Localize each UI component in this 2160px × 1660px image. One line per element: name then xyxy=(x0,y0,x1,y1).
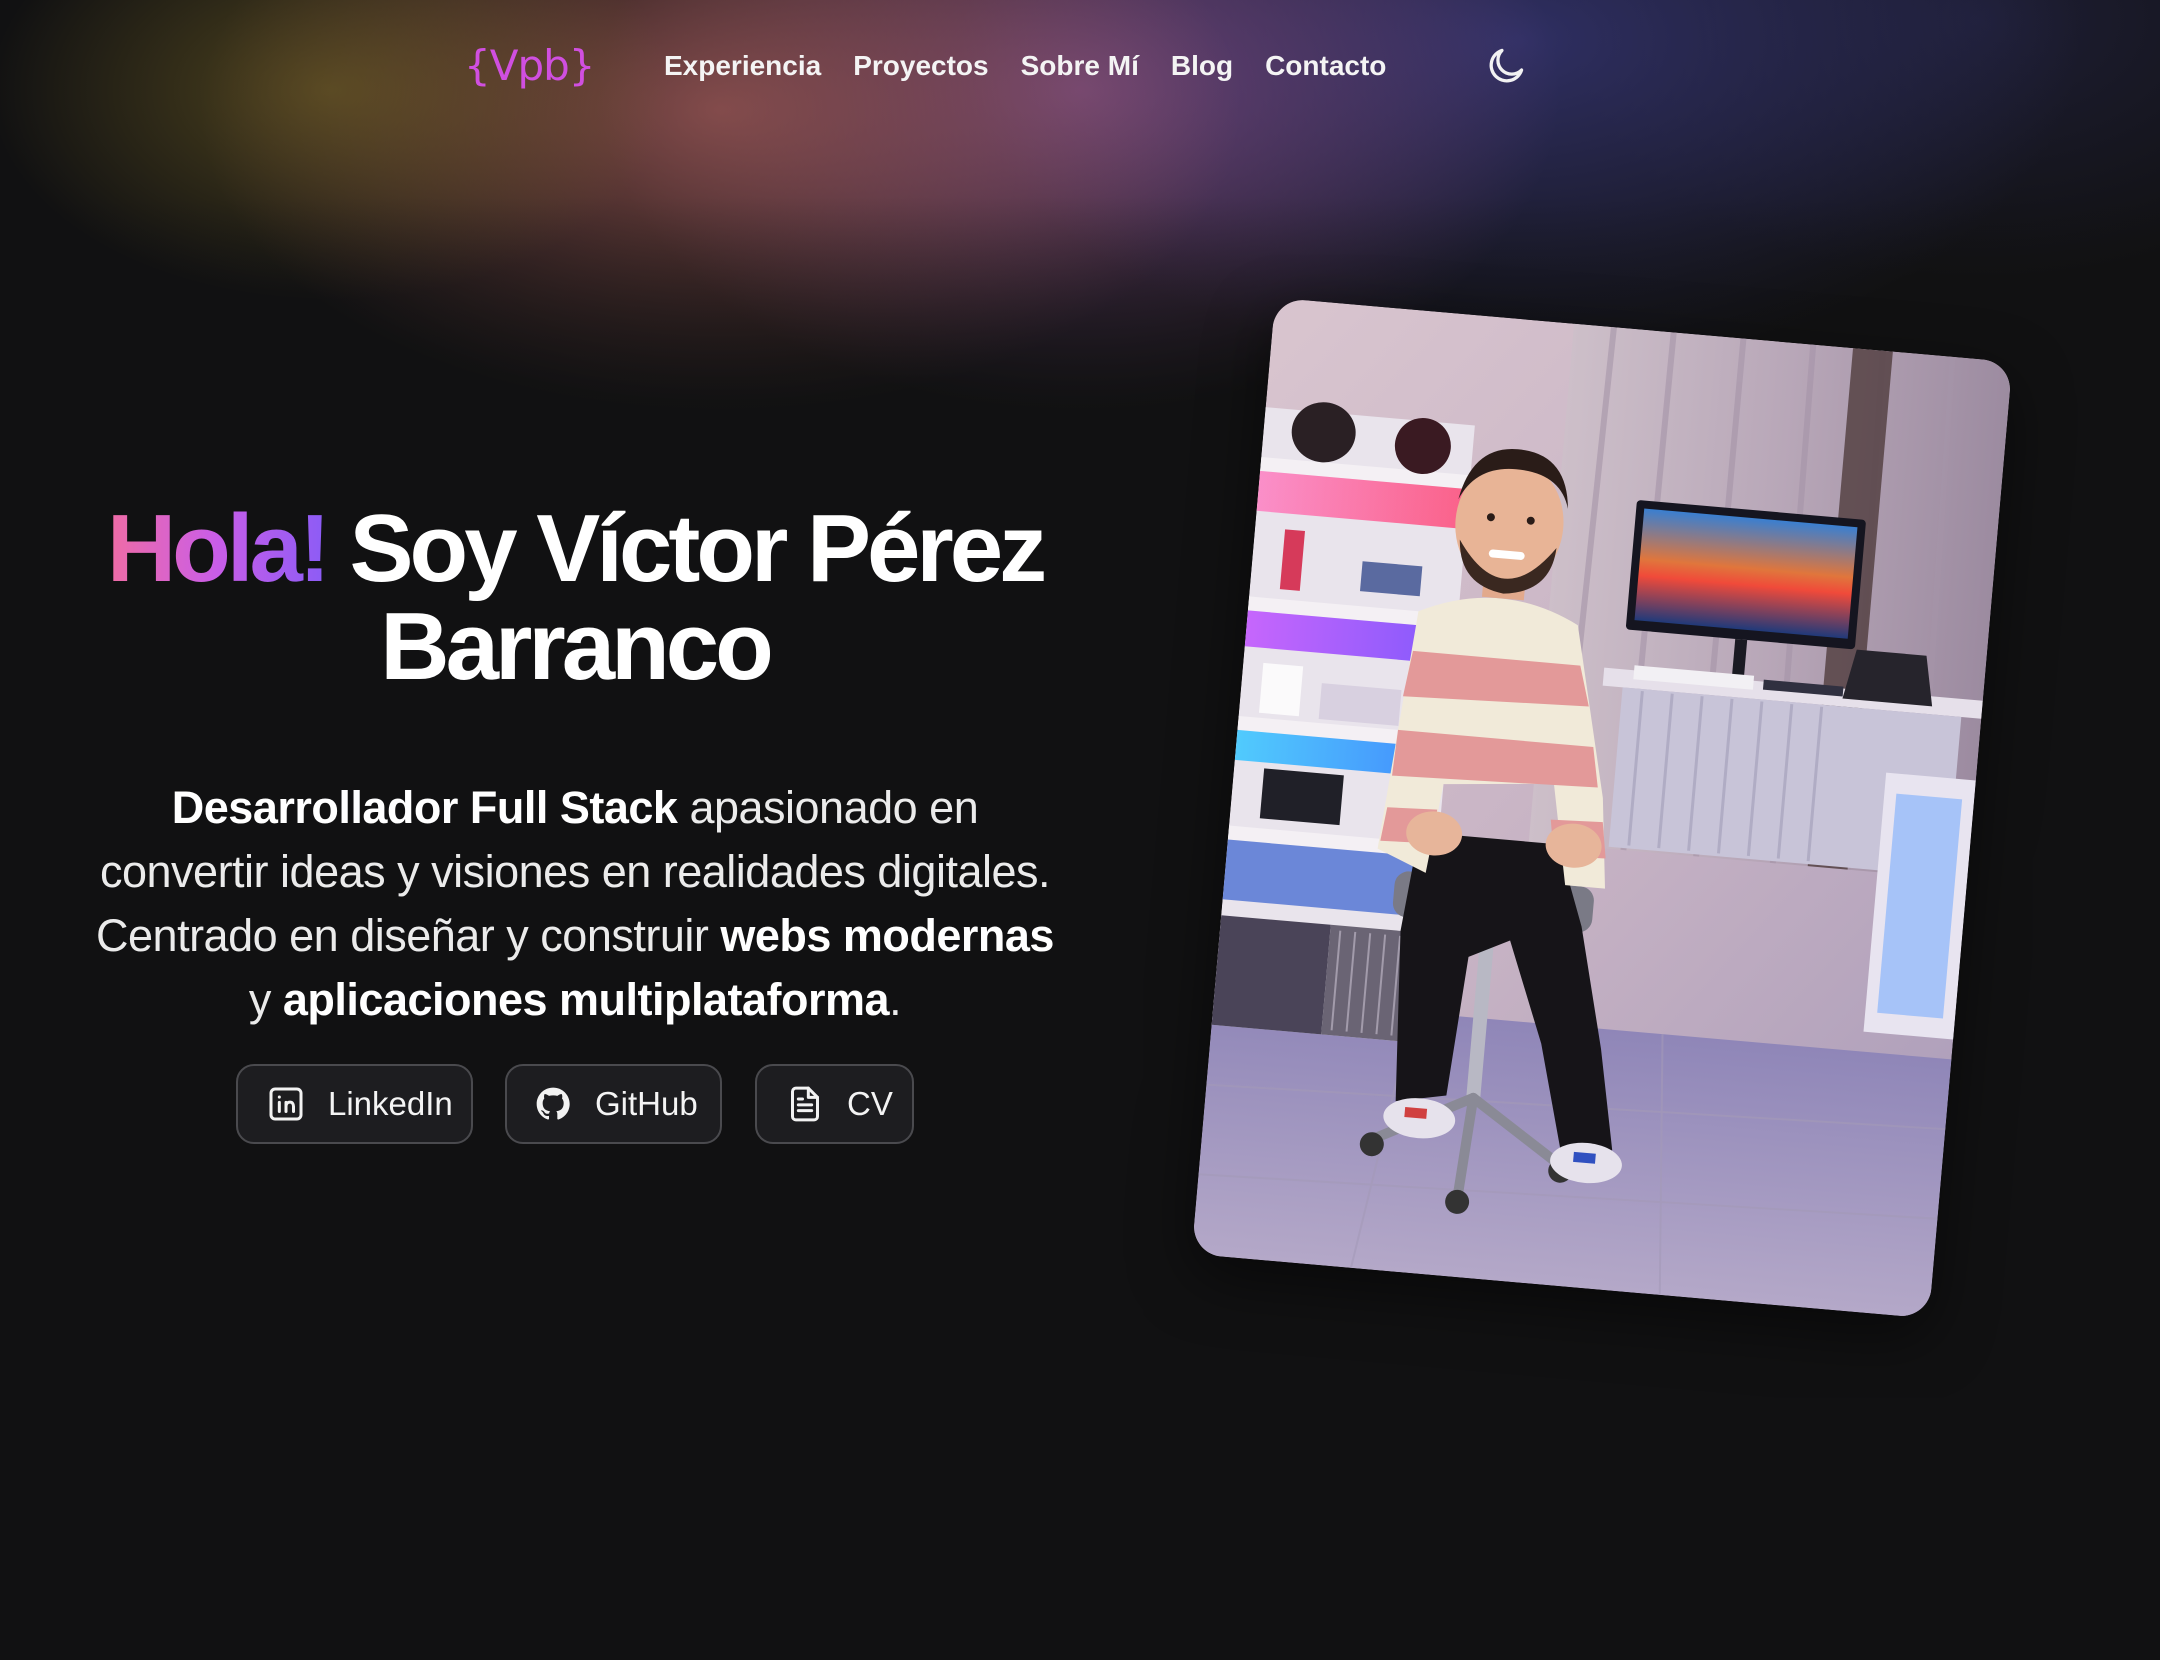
nav-link-contacto[interactable]: Contacto xyxy=(1265,50,1386,82)
hero-description: Desarrollador Full Stack apasionado en c… xyxy=(96,782,1054,1025)
nav-link-sobre-mi[interactable]: Sobre Mí xyxy=(1021,50,1139,82)
hero-title: Hola! Soy Víctor Pérez Barranco xyxy=(92,500,1058,696)
linkedin-button[interactable]: LinkedIn xyxy=(236,1064,473,1144)
profile-photo-illustration xyxy=(1191,297,2013,1319)
cv-label: CV xyxy=(847,1085,893,1122)
github-button[interactable]: GitHub xyxy=(505,1064,722,1144)
greeting: Hola! xyxy=(106,495,331,602)
name-line-1: Soy Víctor Pérez xyxy=(349,495,1048,602)
moon-icon xyxy=(1489,48,1524,83)
github-label: GitHub xyxy=(595,1085,698,1122)
hero-section: Hola! Soy Víctor Pérez Barranco Desarrol… xyxy=(92,500,1058,1032)
nav-link-blog[interactable]: Blog xyxy=(1171,50,1233,82)
nav-link-experiencia[interactable]: Experiencia xyxy=(664,50,821,82)
page: {Vpb} Experiencia Proyectos Sobre Mí Blo… xyxy=(0,0,2160,1660)
top-nav: {Vpb} Experiencia Proyectos Sobre Mí Blo… xyxy=(0,36,2160,96)
logo[interactable]: {Vpb} xyxy=(464,36,595,96)
theme-toggle-button[interactable] xyxy=(1484,44,1528,88)
role-text: Desarrollador Full Stack xyxy=(171,782,678,833)
cv-button[interactable]: CV xyxy=(755,1064,914,1144)
nav-links: Experiencia Proyectos Sobre Mí Blog Cont… xyxy=(664,36,1386,96)
social-buttons: LinkedIn GitHub CV xyxy=(0,1064,1150,1148)
apps-text: aplicaciones multiplataforma xyxy=(282,974,890,1025)
linkedin-icon xyxy=(269,1087,303,1121)
profile-photo xyxy=(1191,297,2013,1319)
name-line-2: Barranco xyxy=(380,593,773,700)
github-icon xyxy=(536,1087,570,1120)
linkedin-label: LinkedIn xyxy=(328,1085,453,1122)
webs-text: webs modernas xyxy=(720,910,1054,961)
nav-link-proyectos[interactable]: Proyectos xyxy=(853,50,988,82)
document-icon xyxy=(791,1086,819,1122)
